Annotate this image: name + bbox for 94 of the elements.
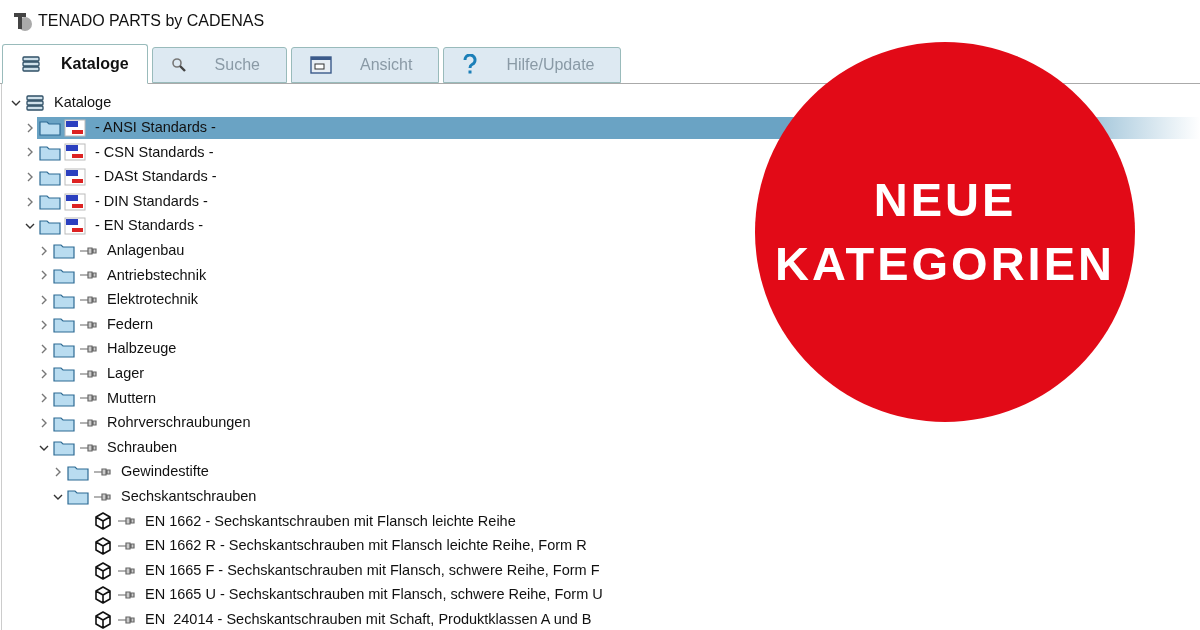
expand-chevron-icon[interactable] bbox=[53, 467, 63, 478]
tree-label: - CSN Standards - bbox=[95, 142, 214, 162]
tree-label: Federn bbox=[107, 314, 153, 334]
cube-icon bbox=[93, 585, 113, 606]
tree-row[interactable]: EN 1665 F - Sechskantschrauben mit Flansch, schwere Reihe, Form F bbox=[91, 559, 600, 582]
tree-label: Muttern bbox=[107, 388, 157, 408]
tree-label: EN 1662 - Sechskantschrauben mit Flansch leichte Reihe bbox=[145, 511, 516, 531]
folder-icon bbox=[39, 144, 61, 161]
standard-logo-icon bbox=[64, 192, 86, 211]
window-icon bbox=[309, 56, 332, 74]
cube-icon bbox=[93, 536, 113, 556]
tree-row[interactable]: EN 1662 - Sechskantschrauben mit Flansch leichte Reihe bbox=[91, 510, 516, 533]
folder-icon bbox=[53, 389, 75, 407]
tree-row[interactable]: EN 1662 R - Sechskantschrauben mit Flansch leichte Reihe, Form R bbox=[91, 535, 587, 557]
expand-chevron-icon[interactable] bbox=[39, 270, 49, 281]
tree-row[interactable]: Schrauben bbox=[51, 436, 178, 459]
tree-row[interactable]: Muttern bbox=[51, 387, 157, 410]
books-icon bbox=[21, 55, 41, 73]
folder-icon bbox=[67, 488, 89, 506]
tree-row[interactable]: Federn bbox=[51, 313, 153, 336]
cube-icon bbox=[93, 609, 113, 630]
tree-label: - DIN Standards - bbox=[95, 191, 208, 211]
folder-icon bbox=[53, 242, 75, 260]
expand-chevron-icon[interactable] bbox=[39, 319, 49, 330]
tree-row[interactable]: EN 1665 U - Sechskantschrauben mit Flansch, schwere Reihe, Form U bbox=[91, 584, 603, 607]
expand-chevron-icon[interactable] bbox=[39, 368, 49, 379]
standard-logo-icon bbox=[64, 118, 86, 137]
books-icon bbox=[25, 94, 45, 113]
tree-row[interactable]: - CSN Standards - bbox=[37, 141, 214, 164]
tree-label: Lager bbox=[107, 363, 145, 383]
promo-text: KATEGORIEN bbox=[775, 236, 1115, 292]
standard-logo-icon bbox=[64, 217, 86, 236]
folder-icon bbox=[53, 316, 75, 334]
folder-icon bbox=[39, 119, 61, 137]
tree-label: EN 1662 R - Sechskantschrauben mit Flansch leichte Reihe, Form R bbox=[145, 536, 587, 556]
tree-row[interactable]: Antriebstechnik bbox=[51, 264, 207, 287]
expand-chevron-icon[interactable] bbox=[25, 147, 35, 158]
tree-label: EN 1665 U - Sechskantschrauben mit Flansch, schwere Reihe, Form U bbox=[145, 585, 603, 605]
folder-icon bbox=[53, 365, 75, 383]
expand-chevron-icon[interactable] bbox=[39, 393, 49, 404]
tree-label: Anlagenbau bbox=[107, 241, 185, 260]
tree-row[interactable]: Sechskantschrauben bbox=[65, 485, 257, 508]
tree-label: Rohrverschraubungen bbox=[107, 413, 251, 433]
folder-icon bbox=[39, 193, 61, 211]
tree-row[interactable]: EN 24014 - Sechskantschrauben mit Schaft, Produktklassen A und B bbox=[91, 608, 592, 630]
tree-row[interactable]: Gewindestifte bbox=[65, 461, 209, 484]
tree-label: Sechskantschrauben bbox=[121, 486, 257, 506]
folder-icon bbox=[53, 414, 75, 432]
standard-logo-icon bbox=[64, 168, 86, 187]
tree-label: EN 1665 F - Sechskantschrauben mit Flansch, schwere Reihe, Form F bbox=[145, 560, 600, 580]
folder-icon bbox=[39, 217, 61, 235]
cube-icon bbox=[93, 560, 113, 581]
tree-label: - ANSI Standards - bbox=[95, 118, 216, 137]
folder-icon bbox=[53, 291, 75, 309]
part-thumbnail-icon bbox=[78, 416, 98, 430]
folder-icon bbox=[53, 266, 75, 284]
window-title: TENADO PARTS by CADENAS bbox=[38, 11, 265, 31]
help-icon bbox=[462, 54, 479, 76]
expand-chevron-icon[interactable] bbox=[39, 295, 49, 306]
tree-label: Gewindestifte bbox=[121, 462, 209, 482]
folder-icon bbox=[67, 463, 89, 481]
folder-icon bbox=[53, 340, 75, 358]
tree-label: Antriebstechnik bbox=[107, 265, 207, 285]
tree-row[interactable]: Lager bbox=[51, 362, 145, 385]
expand-chevron-icon[interactable] bbox=[39, 344, 49, 355]
expand-chevron-icon[interactable] bbox=[25, 196, 35, 207]
search-icon bbox=[170, 57, 187, 73]
tree-label: - EN Standards - bbox=[95, 216, 203, 236]
tree-row[interactable]: - EN Standards - bbox=[37, 215, 203, 238]
tree-row[interactable]: Elektrotechnik bbox=[51, 289, 199, 312]
folder-icon bbox=[53, 439, 75, 457]
tree-row[interactable]: Anlagenbau bbox=[51, 239, 185, 262]
app-logo-icon bbox=[12, 10, 34, 32]
expand-chevron-icon[interactable] bbox=[39, 418, 49, 428]
part-thumbnail-icon bbox=[116, 539, 136, 553]
folder-icon bbox=[39, 168, 61, 186]
tree-row[interactable]: - DIN Standards - bbox=[37, 190, 208, 213]
tree-row[interactable]: Kataloge bbox=[23, 92, 112, 115]
tree-row[interactable]: Halbzeuge bbox=[51, 338, 177, 361]
cube-icon bbox=[93, 511, 113, 532]
expand-chevron-icon[interactable] bbox=[25, 172, 35, 183]
tree-row[interactable]: - DASt Standards - bbox=[37, 166, 217, 189]
tree-label: Elektrotechnik bbox=[107, 290, 199, 310]
promo-text: NEUE bbox=[873, 172, 1017, 228]
tab[interactable]: Kataloge bbox=[2, 44, 148, 84]
tree-label: - DASt Standards - bbox=[95, 167, 217, 187]
tree-row[interactable]: Rohrverschraubungen bbox=[51, 412, 251, 434]
tree-label: Schrauben bbox=[107, 437, 178, 457]
tree-label: EN 24014 - Sechskantschrauben mit Schaft, Produktklassen A und B bbox=[145, 609, 592, 629]
standard-logo-icon bbox=[64, 143, 86, 162]
expand-chevron-icon[interactable] bbox=[25, 122, 35, 133]
tree-label: Halbzeuge bbox=[107, 339, 177, 359]
tree-label: Kataloge bbox=[54, 93, 112, 113]
expand-chevron-icon[interactable] bbox=[39, 245, 49, 256]
